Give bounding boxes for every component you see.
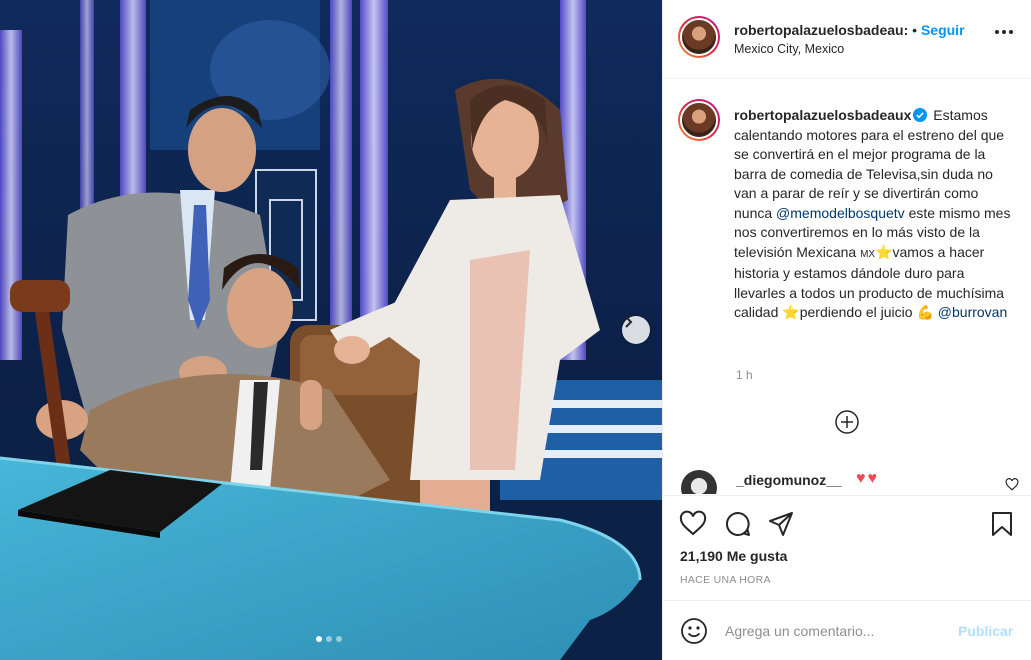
author-header-line: robertopalazuelosbadeau: • Seguir xyxy=(734,22,965,38)
mention-link[interactable]: @memodelbosquetv xyxy=(776,205,905,221)
flexed-biceps-emoji: 💪 xyxy=(916,304,934,320)
author-username[interactable]: robertopalazuelosbadeau: xyxy=(734,22,908,38)
post-photo[interactable] xyxy=(0,0,662,660)
commenter-username[interactable]: _diegomunoz__ xyxy=(736,472,842,488)
carousel-dot xyxy=(326,636,332,642)
header-separator: • xyxy=(912,22,918,38)
caption-time: 1 h xyxy=(736,368,753,382)
flag-text: MX xyxy=(860,248,876,260)
chevron-right-icon xyxy=(625,316,633,328)
carousel-next-button[interactable] xyxy=(622,316,650,344)
like-count[interactable]: 21,190 Me gusta xyxy=(680,548,787,564)
like-heart-icon[interactable] xyxy=(679,510,707,538)
add-comment-bar: Publicar xyxy=(663,600,1031,660)
share-paper-plane-icon[interactable] xyxy=(767,510,795,538)
load-more-comments-button[interactable] xyxy=(835,410,859,434)
publish-button[interactable]: Publicar xyxy=(958,623,1013,639)
post-timestamp[interactable]: HACE UNA HORA xyxy=(680,574,771,586)
post-header: robertopalazuelosbadeau: • Seguir Mexico… xyxy=(663,0,1031,79)
carousel-dot-active xyxy=(316,636,322,642)
caption-text: robertopalazuelosbadeaux Estamos calenta… xyxy=(734,106,1016,323)
carousel-indicator xyxy=(316,636,342,642)
verified-badge-icon xyxy=(913,108,928,122)
comment-text: ♥♥ xyxy=(856,470,879,487)
follow-button[interactable]: Seguir xyxy=(921,22,965,38)
caption-avatar[interactable] xyxy=(678,99,720,141)
caption-username[interactable]: robertopalazuelosbadeaux xyxy=(734,107,911,123)
post-side-panel: robertopalazuelosbadeau: • Seguir Mexico… xyxy=(662,0,1031,660)
caption-part-1: Estamos calentando motores para el estre… xyxy=(734,107,1005,221)
more-options-icon[interactable] xyxy=(995,30,1013,34)
mention-link[interactable]: @burrovan xyxy=(938,304,1007,320)
emoji-smiley-icon[interactable] xyxy=(680,617,708,645)
caption-part-4: perdiendo el juicio xyxy=(799,304,913,320)
comment-like-icon[interactable] xyxy=(1005,478,1019,491)
carousel-dot xyxy=(336,636,342,642)
comment-bubble-icon[interactable] xyxy=(724,510,752,538)
post-photo-illustration xyxy=(0,0,662,660)
plus-circle-icon xyxy=(835,410,859,434)
star-emoji: ⭐ xyxy=(782,304,800,320)
comment-input[interactable] xyxy=(725,619,945,643)
star-emoji: ⭐ xyxy=(875,243,893,260)
save-bookmark-icon[interactable] xyxy=(988,510,1016,538)
post-location[interactable]: Mexico City, Mexico xyxy=(734,42,844,56)
commenter-avatar[interactable] xyxy=(681,470,717,494)
comment-item: _diegomunoz__ ♥♥ xyxy=(681,468,1021,494)
author-avatar[interactable] xyxy=(678,16,720,58)
